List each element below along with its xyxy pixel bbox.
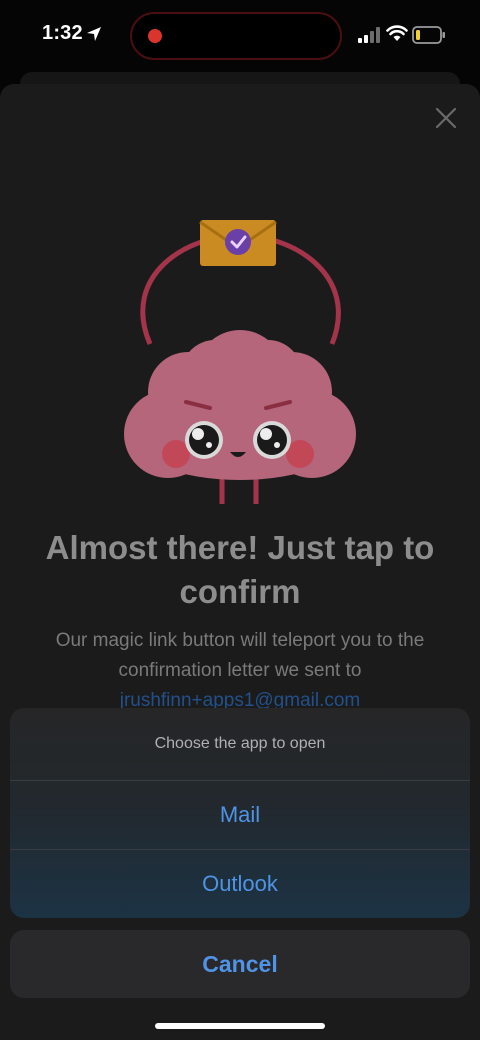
location-arrow-icon: [87, 27, 101, 41]
signal-bars-icon: [358, 27, 380, 43]
mail-option-button[interactable]: Mail: [10, 780, 470, 849]
recording-indicator-icon: [148, 29, 162, 43]
body-text: Our magic link button will teleport you …: [55, 630, 425, 681]
headline: Almost there! Just tap to confirm: [45, 529, 435, 610]
status-time: 1:32: [42, 22, 83, 44]
battery-low-icon: [412, 26, 445, 44]
wifi-icon: [386, 25, 408, 41]
dynamic-island: [130, 12, 342, 60]
home-indicator[interactable]: [155, 1023, 325, 1029]
cancel-button[interactable]: Cancel: [10, 930, 470, 998]
screen: 1:32 Almost there! Just tap to confirm O…: [0, 0, 480, 1040]
envelope-icon: [199, 220, 277, 266]
choose-app-action-sheet: Choose the app to open Mail Outlook: [10, 708, 470, 918]
close-icon[interactable]: [434, 106, 458, 130]
status-bar: 1:32: [0, 0, 480, 72]
brain-mascot-illustration: [124, 220, 356, 504]
outlook-option-button[interactable]: Outlook: [10, 849, 470, 918]
action-sheet-title: Choose the app to open: [154, 735, 326, 752]
